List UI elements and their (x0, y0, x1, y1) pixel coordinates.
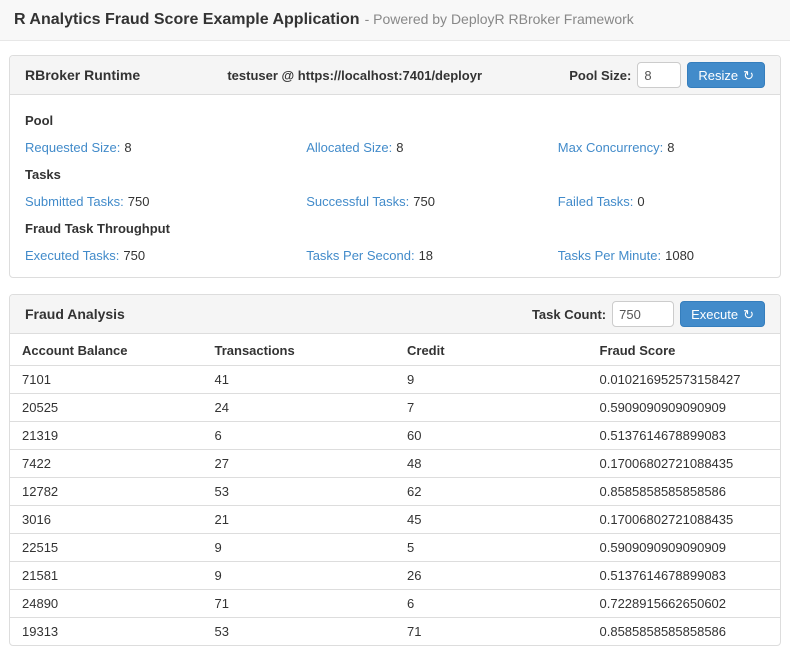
column-header-transactions: Transactions (203, 334, 396, 366)
table-row: 1278253620.8585858585858586 (10, 478, 780, 506)
tasks-section-heading: Tasks (25, 167, 765, 182)
table-cell: 21 (203, 506, 396, 534)
table-cell: 48 (395, 450, 588, 478)
stat-successful-tasks: Successful Tasks:750 (306, 194, 558, 209)
throughput-stats-row: Executed Tasks:750 Tasks Per Second:18 T… (25, 248, 765, 263)
table-cell: 71 (203, 590, 396, 618)
table-cell: 71 (395, 618, 588, 646)
pool-size-label: Pool Size: (569, 68, 631, 83)
tasks-stats-row: Submitted Tasks:750 Successful Tasks:750… (25, 194, 765, 209)
table-cell: 12782 (10, 478, 203, 506)
task-count-controls: Task Count: Execute ↻ (532, 301, 765, 327)
table-header-row: Account Balance Transactions Credit Frau… (10, 334, 780, 366)
column-header-fraud-score: Fraud Score (588, 334, 781, 366)
resize-button-label: Resize (698, 68, 738, 83)
table-cell: 0.17006802721088435 (588, 506, 781, 534)
task-count-input[interactable] (612, 301, 674, 327)
app-subtitle: - Powered by DeployR RBroker Framework (365, 11, 634, 27)
table-cell: 0.17006802721088435 (588, 450, 781, 478)
table-cell: 26 (395, 562, 588, 590)
table-cell: 53 (203, 618, 396, 646)
analysis-panel-title: Fraud Analysis (25, 306, 125, 322)
endpoint-label: testuser @ https://localhost:7401/deploy… (227, 68, 482, 83)
fraud-table-body: 71014190.010216952573158427205252470.590… (10, 366, 780, 646)
table-cell: 0.5137614678899083 (588, 562, 781, 590)
table-cell: 7 (395, 394, 588, 422)
table-row: 22515950.5909090909090909 (10, 534, 780, 562)
fraud-table-head: Account Balance Transactions Credit Frau… (10, 334, 780, 366)
table-cell: 9 (395, 366, 588, 394)
stat-submitted-tasks: Submitted Tasks:750 (25, 194, 306, 209)
table-row: 215819260.5137614678899083 (10, 562, 780, 590)
table-cell: 6 (203, 422, 396, 450)
stat-executed-tasks: Executed Tasks:750 (25, 248, 306, 263)
table-row: 248907160.7228915662650602 (10, 590, 780, 618)
table-cell: 0.5909090909090909 (588, 394, 781, 422)
table-cell: 60 (395, 422, 588, 450)
table-cell: 0.010216952573158427 (588, 366, 781, 394)
refresh-icon: ↻ (743, 308, 754, 321)
table-cell: 24 (203, 394, 396, 422)
pool-stats-row: Requested Size:8 Allocated Size:8 Max Co… (25, 140, 765, 155)
table-row: 742227480.17006802721088435 (10, 450, 780, 478)
runtime-panel-body: Pool Requested Size:8 Allocated Size:8 M… (10, 95, 780, 277)
stat-allocated-size: Allocated Size:8 (306, 140, 558, 155)
table-cell: 41 (203, 366, 396, 394)
table-cell: 20525 (10, 394, 203, 422)
table-cell: 22515 (10, 534, 203, 562)
table-cell: 7101 (10, 366, 203, 394)
pool-size-input[interactable] (637, 62, 681, 88)
table-cell: 53 (203, 478, 396, 506)
execute-button-label: Execute (691, 307, 738, 322)
app-title: R Analytics Fraud Score Example Applicat… (14, 11, 360, 28)
pool-section-heading: Pool (25, 113, 765, 128)
table-cell: 3016 (10, 506, 203, 534)
table-cell: 0.7228915662650602 (588, 590, 781, 618)
task-count-label: Task Count: (532, 307, 606, 322)
table-cell: 5 (395, 534, 588, 562)
stat-tasks-per-minute: Tasks Per Minute:1080 (558, 248, 765, 263)
page-content: RBroker Runtime testuser @ https://local… (0, 41, 790, 646)
resize-button[interactable]: Resize ↻ (687, 62, 765, 88)
stat-failed-tasks: Failed Tasks:0 (558, 194, 765, 209)
table-cell: 24890 (10, 590, 203, 618)
table-cell: 9 (203, 562, 396, 590)
throughput-section-heading: Fraud Task Throughput (25, 221, 765, 236)
table-cell: 21581 (10, 562, 203, 590)
stat-requested-size: Requested Size:8 (25, 140, 306, 155)
table-row: 1931353710.8585858585858586 (10, 618, 780, 646)
table-cell: 0.8585858585858586 (588, 618, 781, 646)
pool-size-controls: Pool Size: Resize ↻ (569, 62, 765, 88)
analysis-panel-heading: Fraud Analysis Task Count: Execute ↻ (10, 295, 780, 334)
table-cell: 27 (203, 450, 396, 478)
table-row: 301621450.17006802721088435 (10, 506, 780, 534)
table-row: 71014190.010216952573158427 (10, 366, 780, 394)
column-header-account-balance: Account Balance (10, 334, 203, 366)
analysis-panel: Fraud Analysis Task Count: Execute ↻ Acc… (9, 294, 781, 646)
table-cell: 0.5137614678899083 (588, 422, 781, 450)
stat-tasks-per-second: Tasks Per Second:18 (306, 248, 558, 263)
refresh-icon: ↻ (743, 69, 754, 82)
column-header-credit: Credit (395, 334, 588, 366)
table-cell: 7422 (10, 450, 203, 478)
table-cell: 0.8585858585858586 (588, 478, 781, 506)
table-cell: 9 (203, 534, 396, 562)
table-cell: 19313 (10, 618, 203, 646)
table-cell: 62 (395, 478, 588, 506)
app-header: R Analytics Fraud Score Example Applicat… (0, 0, 790, 41)
table-row: 205252470.5909090909090909 (10, 394, 780, 422)
execute-button[interactable]: Execute ↻ (680, 301, 765, 327)
table-row: 213196600.5137614678899083 (10, 422, 780, 450)
runtime-panel-heading: RBroker Runtime testuser @ https://local… (10, 56, 780, 95)
stat-max-concurrency: Max Concurrency:8 (558, 140, 765, 155)
table-cell: 45 (395, 506, 588, 534)
runtime-panel: RBroker Runtime testuser @ https://local… (9, 55, 781, 278)
fraud-table: Account Balance Transactions Credit Frau… (10, 334, 780, 645)
runtime-panel-title: RBroker Runtime (25, 67, 140, 83)
table-cell: 21319 (10, 422, 203, 450)
table-cell: 0.5909090909090909 (588, 534, 781, 562)
table-cell: 6 (395, 590, 588, 618)
